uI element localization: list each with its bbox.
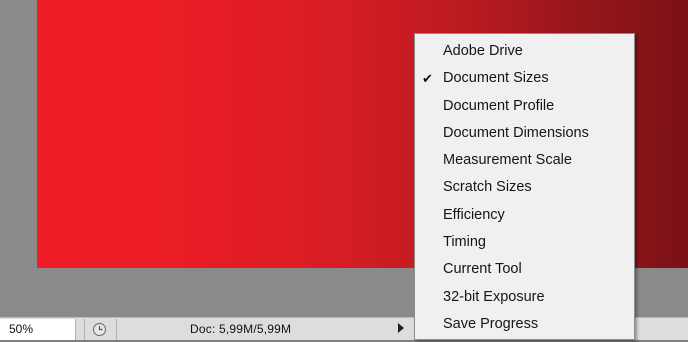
menu-item-label: Document Profile	[443, 97, 555, 114]
menu-item-label: Current Tool	[443, 261, 522, 278]
menu-item-current-tool[interactable]: Current Tool	[415, 256, 634, 283]
menu-item-label: Document Dimensions	[443, 124, 589, 141]
menu-item-label: Scratch Sizes	[443, 179, 532, 196]
menu-item-label: Save Progress	[443, 315, 539, 332]
status-divider	[116, 319, 117, 340]
menu-item-document-sizes[interactable]: ✔ Document Sizes	[415, 65, 634, 92]
menu-item-32-bit-exposure[interactable]: 32-bit Exposure	[415, 284, 634, 311]
menu-item-efficiency[interactable]: Efficiency	[415, 202, 634, 229]
menu-item-label: Document Sizes	[443, 70, 549, 87]
menu-item-label: 32-bit Exposure	[443, 288, 545, 305]
menu-item-document-profile[interactable]: Document Profile	[415, 93, 634, 120]
menu-item-label: Adobe Drive	[443, 43, 523, 59]
zoom-level-field[interactable]: 50%	[0, 319, 76, 340]
menu-item-label: Timing	[443, 234, 486, 251]
menu-item-label: Efficiency	[443, 206, 505, 223]
menu-item-timing[interactable]: Timing	[415, 229, 634, 256]
menu-item-document-dimensions[interactable]: Document Dimensions	[415, 120, 634, 147]
menu-item-adobe-drive[interactable]: Adobe Drive	[415, 38, 634, 65]
triangle-right-icon[interactable]	[398, 323, 404, 333]
clock-icon[interactable]	[92, 322, 107, 337]
status-info-menu: Adobe Drive ✔ Document Sizes Document Profi…	[414, 33, 635, 340]
document-size-info: Doc: 5,99M/5,99M	[190, 322, 292, 336]
menu-item-scratch-sizes[interactable]: Scratch Sizes	[415, 174, 634, 201]
status-divider	[84, 319, 85, 340]
menu-item-save-progress[interactable]: Save Progress	[415, 311, 634, 338]
menu-item-label: Measurement Scale	[443, 152, 572, 169]
checkmark-icon: ✔	[422, 71, 433, 87]
menu-item-measurement-scale[interactable]: Measurement Scale	[415, 147, 634, 174]
